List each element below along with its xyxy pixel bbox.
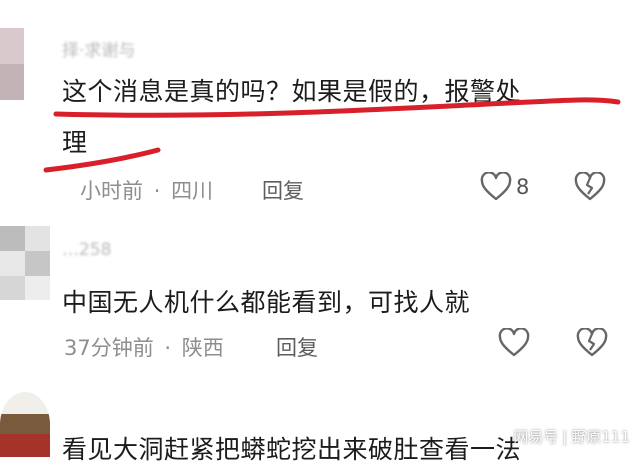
watermark-brand: 网易号 [513, 428, 559, 446]
avatar-pixel [0, 414, 50, 434]
like-count: 8 [516, 175, 530, 199]
avatar[interactable] [0, 226, 50, 300]
avatar[interactable] [0, 392, 50, 457]
avatar-pixel [25, 226, 50, 251]
heart-icon[interactable] [480, 172, 512, 202]
meta-dot: · [153, 179, 161, 203]
broken-heart-icon[interactable] [574, 172, 606, 202]
comment-location: 四川 [171, 179, 214, 203]
comment-location: 陕西 [181, 336, 224, 360]
reply-button[interactable]: 回复 [262, 175, 304, 205]
watermark-author: 野原111 [571, 428, 630, 446]
avatar-pixel [0, 392, 50, 414]
comment-time: 37分钟前 [64, 336, 154, 360]
avatar-pixel [0, 276, 25, 300]
watermark: 网易号 | 野原111 [513, 426, 630, 447]
comment-time: 小时前 [80, 179, 143, 203]
comment-username[interactable]: …258 [62, 240, 111, 260]
underline-stroke-1 [53, 97, 621, 118]
comment-meta: 小时前 · 四川 [80, 175, 213, 205]
avatar-pixel [0, 251, 25, 276]
broken-heart-icon[interactable] [576, 328, 608, 358]
avatar-pixel [0, 434, 50, 457]
avatar-pixel [25, 276, 50, 300]
avatar-pixel [0, 226, 25, 251]
watermark-separator: | [562, 428, 568, 446]
avatar-pixel [25, 251, 50, 276]
comment-meta: 37分钟前 · 陕西 [64, 332, 224, 362]
comment-text: 看见大洞赶紧把蟒蛇挖出来破肚查看一法 [62, 435, 522, 464]
comment-text: 中国无人机什么都能看到，可找人就 [62, 288, 471, 317]
meta-dot: · [164, 336, 172, 360]
reply-button[interactable]: 回复 [276, 332, 318, 362]
underline-stroke-2 [43, 147, 161, 173]
red-underline-annotation [43, 97, 621, 173]
heart-icon[interactable] [498, 328, 530, 358]
